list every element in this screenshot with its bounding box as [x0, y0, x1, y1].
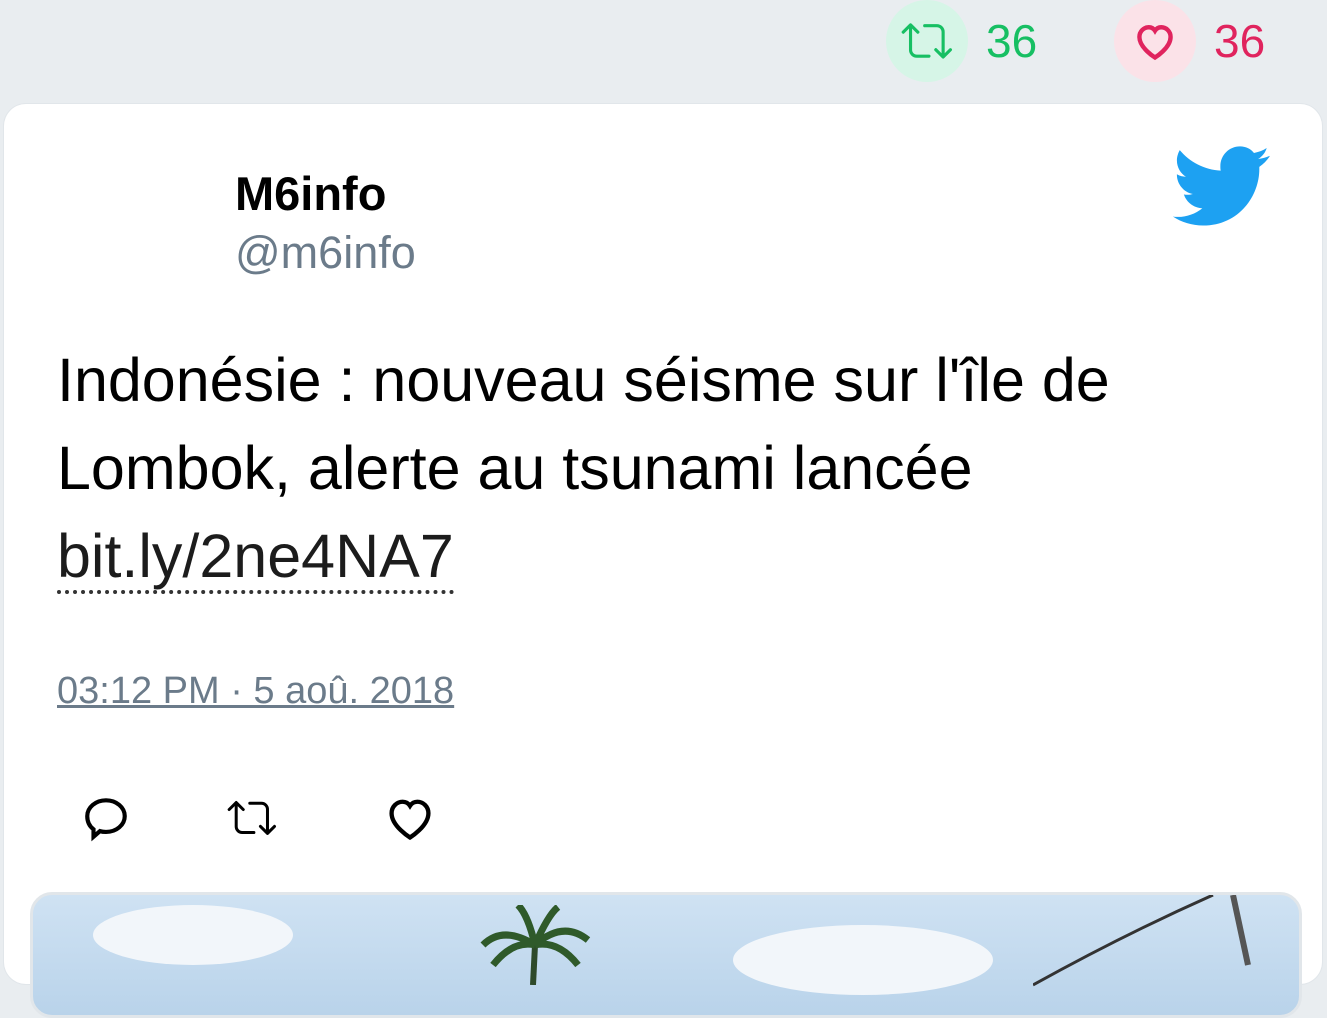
media-wires: [1033, 895, 1251, 987]
tweet-text: Indonésie : nouveau séisme sur l'île de …: [57, 336, 1277, 600]
like-icon[interactable]: [378, 788, 442, 848]
heart-icon[interactable]: [1114, 0, 1196, 82]
retweet-icon[interactable]: [220, 788, 284, 848]
tweet-media-image[interactable]: [30, 892, 1302, 1018]
like-count: 36: [1214, 15, 1266, 67]
author-name[interactable]: M6info: [235, 166, 386, 221]
reply-icon[interactable]: [74, 788, 138, 848]
twitter-bird-icon[interactable]: [1172, 146, 1272, 228]
media-cloud: [733, 925, 993, 995]
tweet-text-line: Indonésie : nouveau séisme sur l'île de: [57, 346, 1110, 414]
tweet-stats-bar: 36 36: [0, 0, 1327, 100]
tweet-link[interactable]: bit.ly/2ne4NA7: [57, 522, 454, 594]
author-handle[interactable]: @m6info: [235, 227, 416, 279]
like-stat[interactable]: 36: [1114, 0, 1265, 82]
tweet-card: M6info @m6info Indonésie : nouveau séism…: [4, 104, 1322, 1018]
retweet-stat[interactable]: 36: [886, 0, 1037, 82]
retweet-count: 36: [986, 15, 1038, 67]
tweet-text-line: Lombok, alerte au tsunami lancée: [57, 434, 973, 502]
media-cloud: [93, 905, 293, 965]
tweet-timestamp[interactable]: 03:12 PM · 5 aoû. 2018: [57, 670, 454, 713]
media-palm-tree: [480, 905, 591, 985]
retweet-icon[interactable]: [886, 0, 968, 82]
